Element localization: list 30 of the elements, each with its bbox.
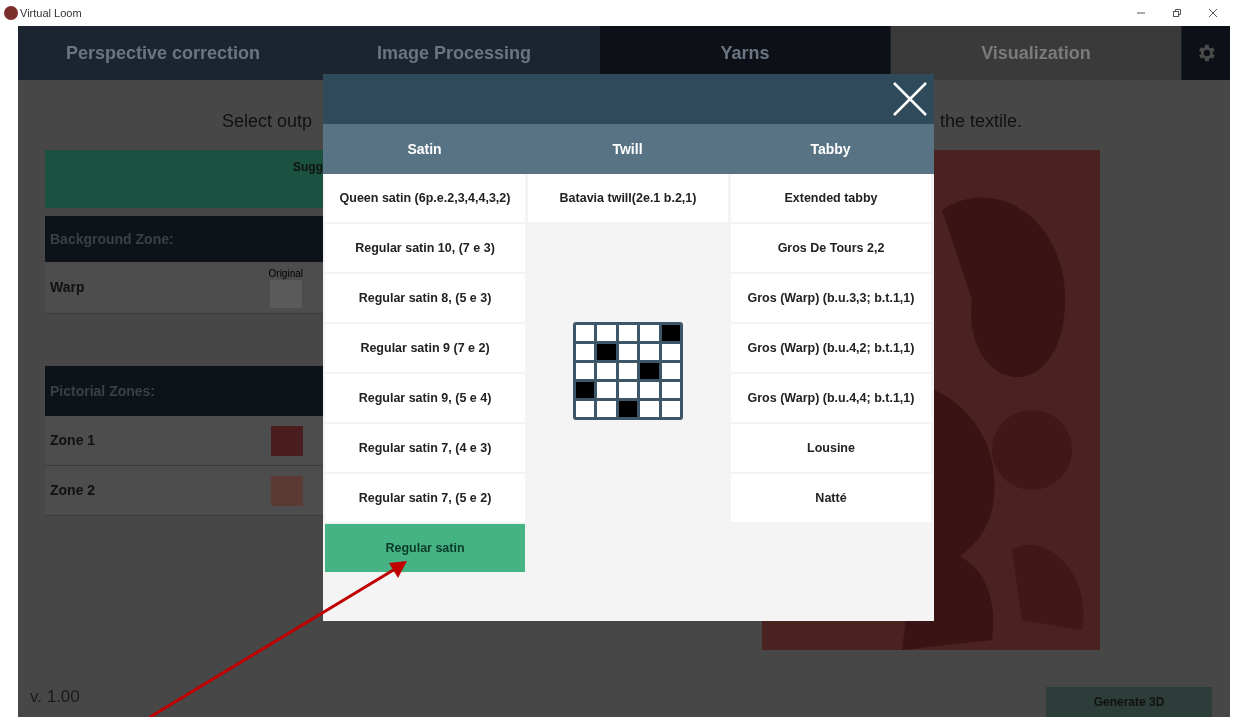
column-header: Tabby xyxy=(810,139,851,159)
zone-label: Zone 1 xyxy=(50,431,96,450)
weave-option[interactable]: Regular satin 7, (4 e 3) xyxy=(325,424,525,472)
swatch-caption: Original xyxy=(268,267,303,280)
weave-option[interactable]: Regular satin 10, (7 e 3) xyxy=(325,224,525,272)
weave-option[interactable]: Gros (Warp) (b.u.3,3; b.t.1,1) xyxy=(731,274,931,322)
restore-icon[interactable] xyxy=(1172,8,1182,18)
weave-option[interactable]: Gros (Warp) (b.u.4,4; b.t.1,1) xyxy=(731,374,931,422)
zone-label: Warp xyxy=(50,278,85,297)
window-title: Virtual Loom xyxy=(20,5,82,21)
weave-option[interactable]: Gros De Tours 2,2 xyxy=(731,224,931,272)
weave-option[interactable]: Gros (Warp) (b.u.4,2; b.t.1,1) xyxy=(731,324,931,372)
weave-option[interactable]: Natté xyxy=(731,474,931,522)
weave-option[interactable]: Regular satin 9 (7 e 2) xyxy=(325,324,525,372)
weave-option[interactable]: Lousine xyxy=(731,424,931,472)
weave-option[interactable]: Regular satin 9, (5 e 4) xyxy=(325,374,525,422)
color-swatch[interactable] xyxy=(271,425,303,456)
weave-option[interactable]: Regular satin 7, (5 e 2) xyxy=(325,474,525,522)
weave-option[interactable]: Queen satin (6p.e.2,3,4,4,3,2) xyxy=(325,174,525,222)
weave-option[interactable]: Batavia twill(2e.1 b.2,1) xyxy=(528,174,728,222)
column-header: Twill xyxy=(612,139,643,159)
color-swatch[interactable] xyxy=(271,475,303,506)
suggestion-text: Sugg xyxy=(293,159,323,174)
weave-option[interactable]: Extended tabby xyxy=(731,174,931,222)
app-logo-icon xyxy=(4,6,18,20)
weave-option[interactable]: Regular satin xyxy=(325,524,525,572)
column-header: Satin xyxy=(407,139,442,159)
zone-label: Zone 2 xyxy=(50,481,96,500)
weave-option[interactable]: Regular satin 8, (5 e 3) xyxy=(325,274,525,322)
close-icon[interactable] xyxy=(1208,8,1218,18)
